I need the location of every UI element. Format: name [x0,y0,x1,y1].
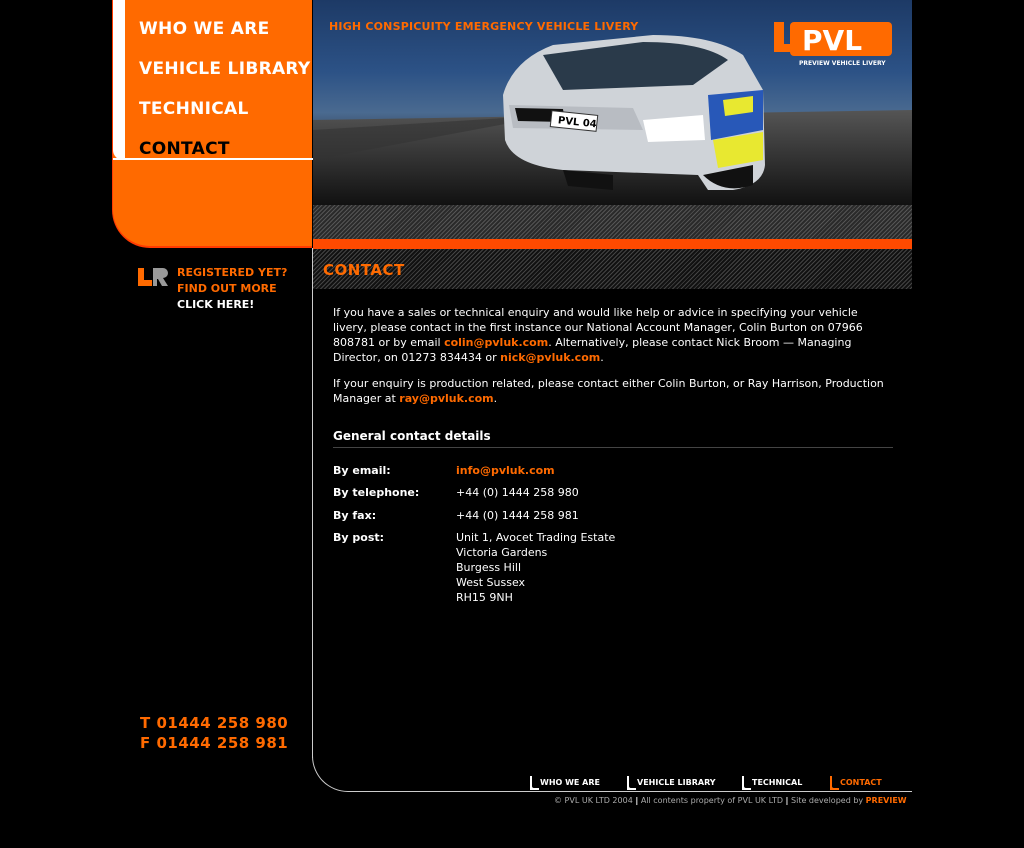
address-line: Victoria Gardens [456,546,548,559]
footer-nav-label: TECHNICAL [752,778,803,787]
content-border-bottom [350,791,912,792]
nav-accent-strip [113,0,125,160]
footer-nav-label: VEHICLE LIBRARY [637,778,716,787]
post-label: By post: [333,531,385,544]
nav-item-who-we-are[interactable]: WHO WE ARE [139,19,270,39]
phone-number: T 01444 258 980 [140,714,289,732]
promo-click-here[interactable]: CLICK HERE! [177,298,254,311]
telephone-label: By telephone: [333,486,420,499]
developer-link[interactable]: PREVIEW [866,796,907,805]
email-label: By email: [333,464,391,477]
hatch-strip [313,205,912,239]
footer-separator: | [785,796,789,805]
footer-tab-corner-icon [830,776,839,790]
production-text-end: . [493,392,498,405]
fax-number: F 01444 258 981 [140,734,289,752]
main-nav: WHO WE ARE VEHICLE LIBRARY TECHNICAL CON… [125,0,313,160]
fax-row: By fax: +44 (0) 1444 258 981 [333,508,893,523]
contact-content: If you have a sales or technical enquiry… [333,305,893,605]
fax-value: +44 (0) 1444 258 981 [456,509,579,522]
rights-text: All contents property of PVL UK LTD [640,796,783,805]
footer-nav-label: WHO WE ARE [540,778,600,787]
ray-email-link[interactable]: ray@pvluk.com [399,392,493,405]
intro-text-3: . [600,351,604,364]
promo-line-find-out: FIND OUT MORE [177,282,277,295]
fax-label: By fax: [333,509,377,522]
content-border-corner [312,756,352,792]
address-line: Unit 1, Avocet Trading Estate [456,531,616,544]
info-email-link[interactable]: info@pvluk.com [456,464,555,477]
telephone-row: By telephone: +44 (0) 1444 258 980 [333,485,893,500]
address-line: Burgess Hill [456,561,521,574]
pvl-logo-subtitle: PREVIEW VEHICLE LIVERY [799,60,886,67]
nav-item-technical[interactable]: TECHNICAL [139,99,249,119]
copyright-text: © PVL UK LTD 2004 [554,796,633,805]
nav-panel: WHO WE ARE VEHICLE LIBRARY TECHNICAL CON… [112,0,313,248]
pvl-logo-text: PVL [802,24,862,57]
content-border-left [312,248,313,758]
footer-copyright: © PVL UK LTD 2004 | All contents propert… [554,796,907,805]
footer-tab-corner-icon [627,776,636,790]
production-paragraph: If your enquiry is production related, p… [333,376,893,406]
orange-divider [313,239,912,249]
postal-address: Unit 1, Avocet Trading Estate Victoria G… [456,530,893,605]
email-row: By email: info@pvluk.com [333,463,893,478]
footer-tab-corner-icon [530,776,539,790]
general-contact-heading: General contact details [333,429,893,448]
nav-divider [113,158,313,160]
nav-item-contact[interactable]: CONTACT [139,139,230,159]
promo-line-registered: REGISTERED YET? [177,266,288,279]
developer-text: Site developed by [791,796,864,805]
nav-item-vehicle-library[interactable]: VEHICLE LIBRARY [139,59,311,79]
ur-logo-icon [138,268,168,286]
page: WHO WE ARE VEHICLE LIBRARY TECHNICAL CON… [112,0,912,848]
footer-tab-corner-icon [742,776,751,790]
colin-email-link[interactable]: colin@pvluk.com [444,336,548,349]
footer-nav-label: CONTACT [840,778,882,787]
register-promo[interactable]: REGISTERED YET? FIND OUT MORE CLICK HERE… [138,266,298,316]
post-row: By post: Unit 1, Avocet Trading Estate V… [333,530,893,605]
address-line: RH15 9NH [456,591,513,604]
contact-intro-paragraph: If you have a sales or technical enquiry… [333,305,893,365]
hero-banner: PVL 04 HIGH CONSPICUITY EMERGENCY VEHICL… [313,0,912,205]
section-header: CONTACT [313,249,912,289]
footer-separator: | [635,796,639,805]
telephone-value: +44 (0) 1444 258 980 [456,486,579,499]
hero-tagline: HIGH CONSPICUITY EMERGENCY VEHICLE LIVER… [329,20,639,33]
nick-email-link[interactable]: nick@pvluk.com [500,351,600,364]
address-line: West Sussex [456,576,526,589]
page-title: CONTACT [323,261,405,279]
